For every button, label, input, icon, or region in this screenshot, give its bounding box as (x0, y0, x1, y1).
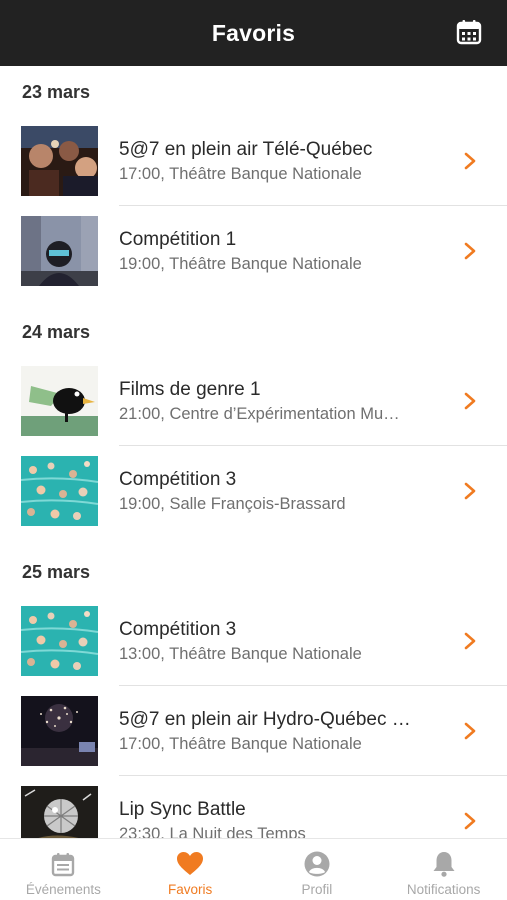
tab-evenements[interactable]: Événements (0, 839, 127, 900)
event-item[interactable]: Compétition 3 13:00, Théâtre Banque Nati… (0, 596, 507, 686)
bell-icon (433, 852, 455, 877)
chevron-right-icon (464, 392, 476, 410)
event-thumbnail (21, 216, 98, 286)
event-thumbnail (21, 126, 98, 196)
chevron-right-icon (464, 482, 476, 500)
event-time-venue: 19:00, Salle François-Brassard (119, 495, 346, 513)
event-time-venue: 17:00, Théâtre Banque Nationale (119, 735, 362, 753)
tab-label: Notifications (406, 882, 481, 897)
event-title: 5@7 en plein air Télé-Québec (119, 139, 373, 160)
event-item[interactable]: 5@7 en plein air Hydro-Québec … 17:00, T… (0, 686, 507, 776)
chevron-right-icon (464, 722, 476, 740)
chevron-right-icon (464, 632, 476, 650)
heart-icon (177, 852, 204, 875)
event-thumbnail (21, 606, 98, 676)
date-section: 24 mars Films de genre 1 21:00, Centre d… (0, 306, 507, 536)
event-thumbnail (21, 696, 98, 766)
calendar-icon (456, 20, 482, 45)
date-header: 23 mars (22, 82, 91, 102)
date-section: 23 mars 5@7 en plein air Télé-Québec 17:… (0, 66, 507, 296)
top-bar: Favoris (0, 0, 507, 66)
tab-label: Profil (301, 882, 333, 897)
event-time-venue: 17:00, Théâtre Banque Nationale (119, 165, 362, 183)
event-time-venue: 19:00, Théâtre Banque Nationale (119, 255, 362, 273)
date-header: 24 mars (22, 322, 91, 342)
tab-label: Événements (25, 882, 101, 897)
event-title: Lip Sync Battle (119, 799, 246, 820)
tab-favoris[interactable]: Favoris (127, 839, 254, 900)
event-time-venue: 21:00, Centre d’Expérimentation Mu… (119, 405, 400, 423)
event-thumbnail (21, 366, 98, 436)
profile-icon (304, 851, 330, 877)
event-title: Films de genre 1 (119, 379, 261, 400)
event-thumbnail (21, 786, 98, 838)
tab-label: Favoris (167, 882, 213, 897)
event-item[interactable]: 5@7 en plein air Télé-Québec 17:00, Théâ… (0, 116, 507, 206)
tab-profil[interactable]: Profil (254, 839, 381, 900)
event-thumbnail (21, 456, 98, 526)
date-section: 25 mars Compétition 3 13:00, Théâtre Ban… (0, 546, 507, 838)
event-time-venue: 13:00, Théâtre Banque Nationale (119, 645, 362, 663)
event-title: 5@7 en plein air Hydro-Québec … (119, 709, 411, 730)
event-icon (52, 853, 75, 877)
event-item[interactable]: Compétition 3 19:00, Salle François-Bras… (0, 446, 507, 536)
event-item[interactable]: Compétition 1 19:00, Théâtre Banque Nati… (0, 206, 507, 296)
page-title: Favoris (211, 19, 296, 46)
calendar-button[interactable] (455, 18, 483, 46)
event-item[interactable]: Lip Sync Battle 23:30, La Nuit des Temps (0, 776, 507, 838)
chevron-right-icon (464, 152, 476, 170)
event-title: Compétition 1 (119, 229, 237, 250)
chevron-right-icon (464, 242, 476, 260)
date-header: 25 mars (22, 562, 91, 582)
event-time-venue: 23:30, La Nuit des Temps (119, 825, 306, 838)
bottom-tab-bar: Événements Favoris Profil Notifications (0, 838, 507, 900)
favorites-list[interactable]: 23 mars 5@7 en plein air Télé-Québec 17:… (0, 66, 507, 838)
event-title: Compétition 3 (119, 619, 237, 640)
chevron-right-icon (464, 812, 476, 830)
event-title: Compétition 3 (119, 469, 237, 490)
tab-notifications[interactable]: Notifications (380, 839, 507, 900)
event-item[interactable]: Films de genre 1 21:00, Centre d’Expérim… (0, 356, 507, 446)
